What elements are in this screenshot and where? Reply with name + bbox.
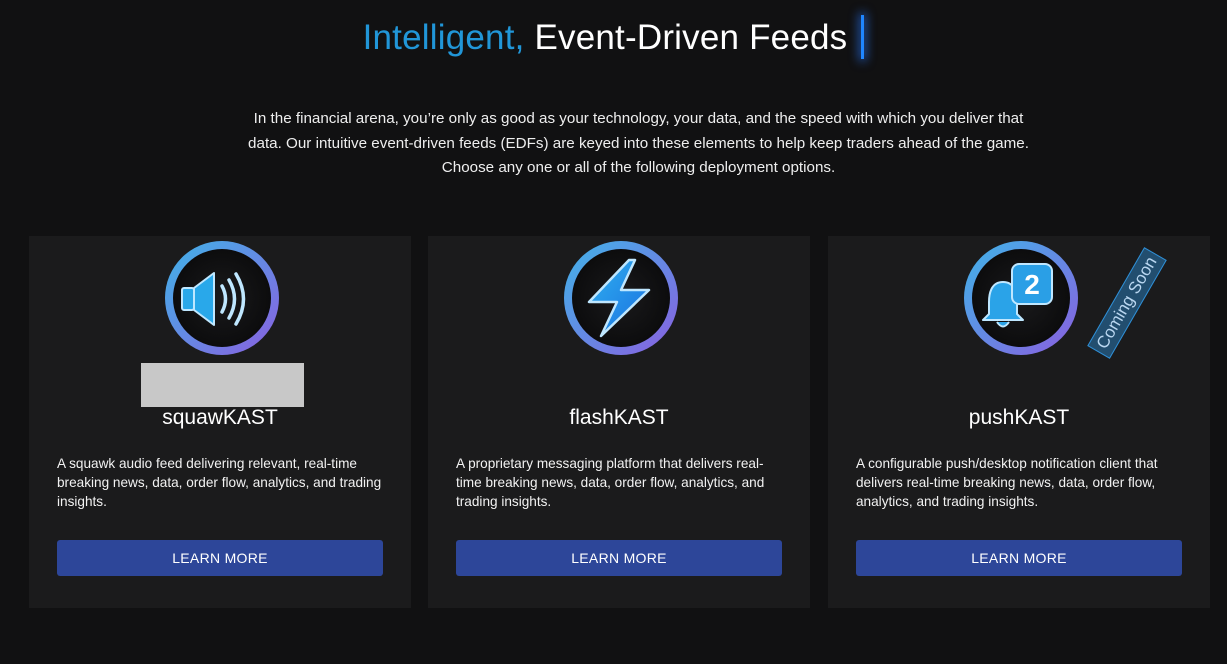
- lightning-icon: [559, 236, 683, 360]
- intro-paragraph: In the financial arena, you’re only as g…: [248, 110, 1029, 177]
- redacted-image-placeholder: [141, 363, 304, 407]
- notification-bell-icon: 2: [959, 236, 1083, 360]
- card-flashkast: flashKAST A proprietary messaging platfo…: [428, 236, 810, 608]
- card-title: flashKAST: [569, 406, 669, 429]
- text-cursor: [861, 15, 865, 59]
- card-description: A configurable push/desktop notification…: [856, 456, 1158, 509]
- card-pushkast: 2 pushKAST A configurable push/desktop n…: [828, 236, 1210, 608]
- speaker-icon: [160, 236, 284, 360]
- card-description: A proprietary messaging platform that de…: [456, 456, 765, 509]
- card-title: squawKAST: [162, 406, 278, 429]
- card-description: A squawk audio feed delivering relevant,…: [57, 456, 382, 509]
- card-title: pushKAST: [968, 406, 1070, 429]
- learn-more-button-pushkast[interactable]: LEARN MORE: [856, 540, 1182, 576]
- notification-count: 2: [1024, 269, 1040, 300]
- section-heading: Intelligent, Event-Driven Feeds: [0, 14, 1227, 62]
- card-squawkast: squawKAST A squawk audio feed delivering…: [29, 236, 411, 608]
- heading-rest: Event-Driven Feeds: [534, 18, 848, 57]
- learn-more-button-squawkast[interactable]: LEARN MORE: [57, 540, 383, 576]
- heading-accent: Intelligent,: [362, 18, 525, 57]
- learn-more-button-flashkast[interactable]: LEARN MORE: [456, 540, 782, 576]
